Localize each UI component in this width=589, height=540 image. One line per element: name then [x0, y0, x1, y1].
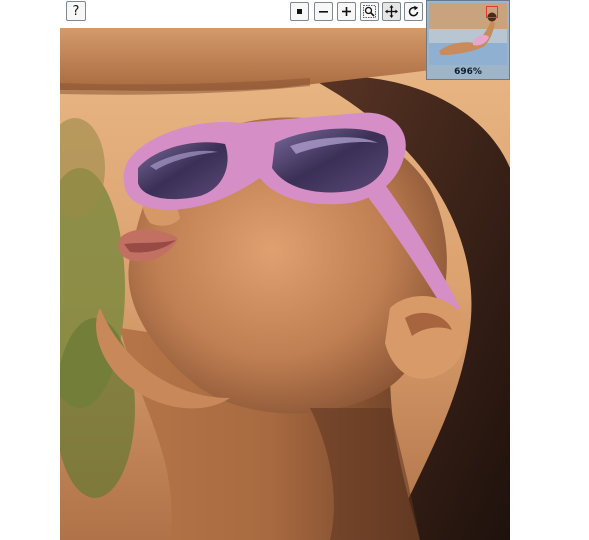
- stop-icon: [295, 7, 304, 16]
- zoom-fit-button[interactable]: [360, 2, 379, 21]
- plus-icon: [341, 6, 352, 17]
- zoom-out-button[interactable]: [314, 2, 333, 21]
- zoomed-photo: [60, 28, 510, 540]
- zoom-level-label: 696%: [454, 67, 482, 77]
- pan-button[interactable]: [382, 2, 401, 21]
- help-label: ?: [72, 3, 80, 19]
- image-viewport[interactable]: [60, 28, 510, 540]
- rotate-icon: [407, 5, 420, 18]
- move-arrows-icon: [385, 5, 398, 18]
- navigator-viewport-frame[interactable]: [486, 6, 498, 18]
- zoom-in-button[interactable]: [337, 2, 356, 21]
- minus-icon: [318, 6, 329, 17]
- rotate-button[interactable]: [404, 2, 423, 21]
- stop-button[interactable]: [290, 2, 309, 21]
- navigator-panel[interactable]: 696%: [426, 0, 510, 80]
- image-viewer: ? 696%: [0, 0, 589, 540]
- help-button[interactable]: ?: [66, 1, 86, 21]
- magnifier-icon: [363, 5, 376, 18]
